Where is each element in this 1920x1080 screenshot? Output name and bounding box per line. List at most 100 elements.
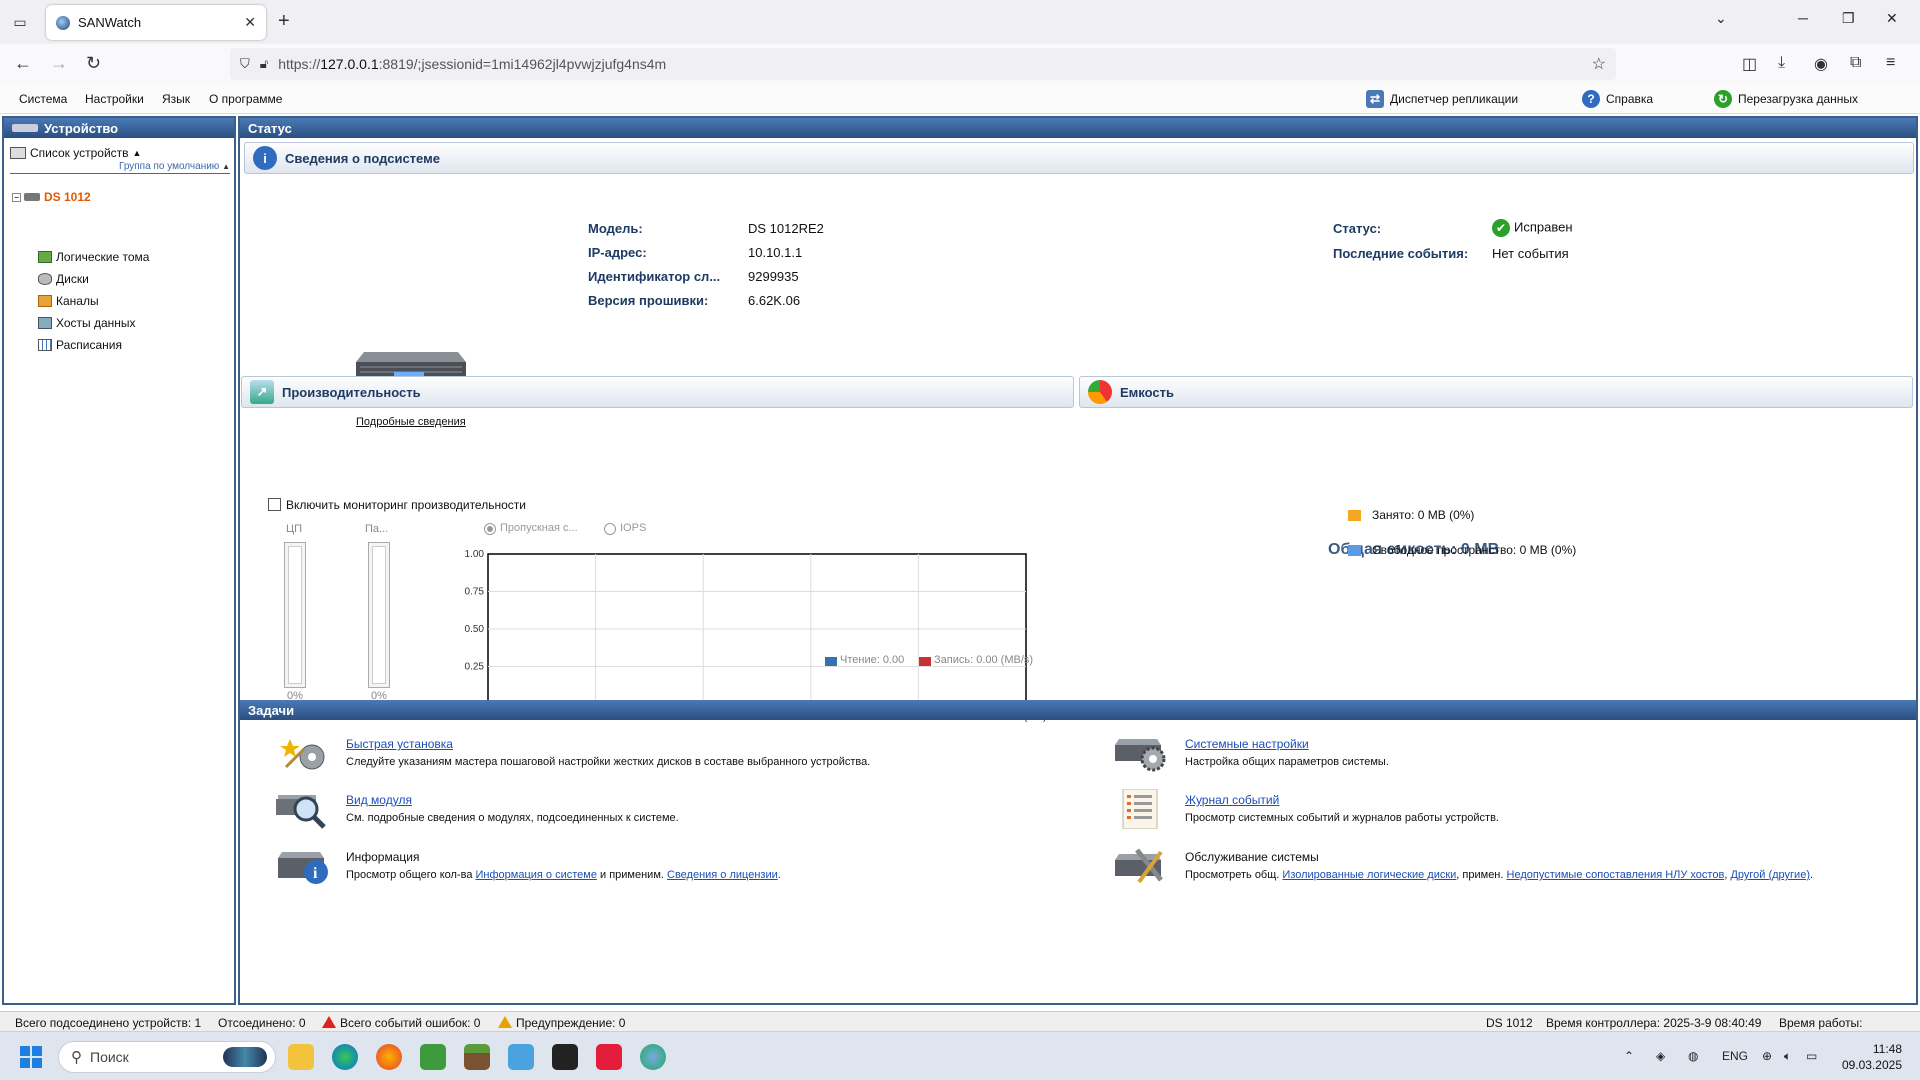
yandex-browser-icon[interactable] [596,1044,622,1070]
menu-about[interactable]: О программе [209,92,282,106]
taskbar-clock[interactable]: 11:48 09.03.2025 [1842,1041,1902,1073]
input-language[interactable]: ENG [1722,1049,1748,1063]
back-icon[interactable]: ← [14,53,32,74]
model-value: DS 1012RE2 [748,221,824,236]
storage-device-icon [12,124,38,132]
maint-desc-text: . [1809,869,1814,881]
help-button[interactable]: ? Справка [1582,90,1653,108]
iops-radio[interactable] [604,523,616,535]
tree-item-logical-volumes[interactable]: Логические тома [38,250,149,264]
throughput-radio[interactable] [484,523,496,535]
connected-count: Всего подсоединено устройств: 1 [15,1016,202,1030]
globe-network-icon[interactable]: ⊕ [1762,1049,1772,1063]
tree-item-data-hosts[interactable]: Хосты данных [38,316,136,330]
quick-setup-icon [280,739,325,770]
monitor-checkbox[interactable] [268,498,281,511]
info-desc-text: Просмотр общего кол-ва [346,869,476,881]
write-legend-label: Запись: 0.00 (MB/s) [934,654,1034,666]
other-link[interactable]: Другой (другие) [1730,869,1810,881]
new-tab-icon[interactable]: + [278,10,290,33]
remote-desktop-icon[interactable] [508,1044,534,1070]
event-log-link[interactable]: Журнал событий [1185,793,1279,807]
system-settings-link[interactable]: Системные настройки [1185,737,1309,751]
close-window-icon[interactable]: ✕ [1886,10,1898,27]
globe-app-icon[interactable] [640,1044,666,1070]
cpu-gauge [284,542,306,688]
menu-system[interactable]: Система [19,92,67,106]
restore-icon[interactable]: ❐ [1842,10,1855,27]
device-list-header[interactable]: Список устройств ▲ [10,146,141,160]
sort-up-icon: ▲ [222,162,230,171]
minimize-icon[interactable]: ─ [1798,10,1808,26]
invalid-lun-map-link[interactable]: Недопустимые сопоставления НЛУ хостов [1507,869,1725,881]
help-icon: ? [1582,90,1600,108]
system-settings-desc: Настройка общих параметров системы. [1185,756,1389,768]
battery-icon[interactable]: ▭ [1806,1049,1817,1063]
tray-overflow-icon[interactable]: ⌃ [1624,1049,1634,1063]
shield-icon[interactable]: ⛉ [240,56,250,72]
edge-icon[interactable] [332,1044,358,1070]
replication-manager-button[interactable]: ⇄ Диспетчер репликации [1366,90,1518,108]
taskbar-search[interactable]: ⚲ Поиск [58,1041,276,1073]
volume-icon[interactable]: 🔈︎ [1784,1049,1791,1064]
replication-label: Диспетчер репликации [1390,92,1519,106]
write-legend-swatch [919,657,931,666]
reload-data-button[interactable]: ↻ Перезагрузка данных [1714,90,1858,108]
downloads-icon[interactable]: ⤓ [1778,54,1785,72]
tree-item-label: Хосты данных [56,316,136,330]
tree-root-device[interactable]: − DS 1012 [12,190,91,204]
bookmark-star-icon[interactable]: ☆ [1592,54,1606,74]
tree-item-channels[interactable]: Каналы [38,294,99,308]
menu-icon[interactable]: ≡ [1886,54,1895,72]
search-highlight-icon [223,1047,267,1067]
controller-time: Время контроллера: 2025-3-9 08:40:49 [1546,1016,1762,1030]
menu-language[interactable]: Язык [162,92,190,106]
module-view-link[interactable]: Вид модуля [346,793,412,807]
license-info-link[interactable]: Сведения о лицензии [667,869,778,881]
address-bar[interactable]: ⛉ 🔓︎ https://127.0.0.1:8819/;jsessionid=… [230,48,1616,80]
quick-setup-link[interactable]: Быстрая установка [346,737,453,751]
device-panel: Устройство Список устройств ▲ Группа по … [2,116,236,1005]
disconnected-count: Отсоединено: 0 [218,1016,306,1030]
network-app-icon[interactable]: ◍ [1688,1049,1698,1063]
lock-icon[interactable]: 🔓︎ [260,56,268,72]
minecraft-icon[interactable] [464,1044,490,1070]
collapse-icon[interactable]: − [12,192,21,202]
forward-icon[interactable]: → [50,53,68,74]
extensions-icon[interactable]: ⧉ [1850,54,1861,72]
detailed-info-link[interactable]: Подробные сведения [356,416,466,428]
information-desc: Просмотр общего кол-ва Информация о сист… [346,869,781,881]
system-info-link[interactable]: Информация о системе [476,869,597,881]
windows-start-icon[interactable] [20,1046,42,1068]
file-explorer-icon[interactable] [288,1044,314,1070]
close-tab-icon[interactable]: ✕ [244,14,256,31]
browser-tab[interactable]: SANWatch ✕ [46,5,266,40]
id-label: Идентификатор сл... [588,269,721,284]
read-legend-swatch [825,657,837,666]
security-icon[interactable]: ◈ [1656,1049,1665,1063]
used-legend-label: Занято: 0 MB (0%) [1372,508,1475,522]
performance-title: Производительность [282,384,421,400]
menu-settings[interactable]: Настройки [85,92,144,106]
account-icon[interactable]: ◉ [1814,54,1828,74]
minecraft-launcher-icon[interactable] [420,1044,446,1070]
storage-device-icon [24,193,40,201]
state-label: Статус: [1333,221,1382,236]
reload-icon[interactable]: ↻ [86,53,101,74]
search-icon: ⚲ [71,1049,82,1066]
tasks-header: Задачи [240,700,1916,720]
tree-item-schedules[interactable]: Расписания [38,338,122,352]
pocket-icon[interactable]: ◫ [1742,54,1757,74]
performance-section: ↗ Производительность [241,376,1074,408]
firefox-icon[interactable] [376,1044,402,1070]
performance-chart-icon: ↗ [250,380,274,404]
isolated-ld-link[interactable]: Изолированные логические диски [1282,869,1456,881]
group-default[interactable]: Группа по умолчанию ▲ [10,161,230,174]
memory-gauge [368,542,390,688]
clock-time: 11:48 [1872,1042,1902,1056]
y-tick-label: 0.25 [465,662,485,673]
tab-overflow-icon[interactable]: ⌄ [1715,10,1727,27]
tree-item-disks[interactable]: Диски [38,272,89,286]
terminal-icon[interactable] [552,1044,578,1070]
tab-list-icon[interactable]: ▭ [8,10,32,34]
